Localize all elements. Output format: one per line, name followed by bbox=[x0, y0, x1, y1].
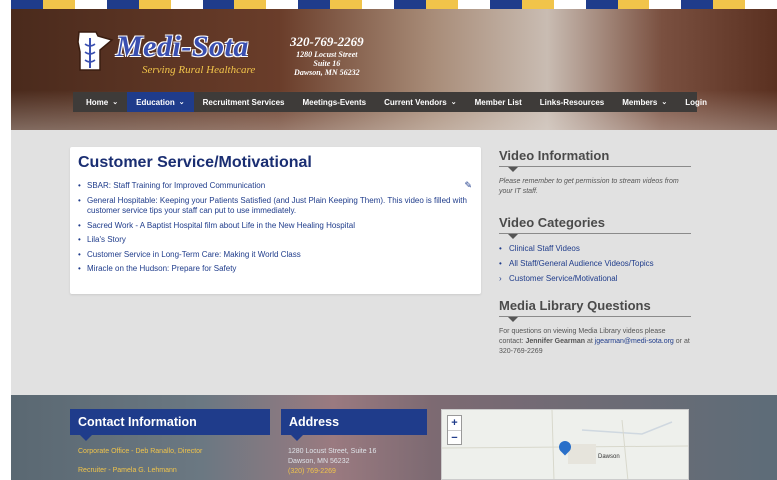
video-link[interactable]: SBAR: Staff Training for Improved Commun… bbox=[78, 181, 473, 192]
category-link[interactable]: • Clinical Staff Videos bbox=[499, 244, 691, 254]
site-logo[interactable]: Medi-Sota Serving Rural Healthcare bbox=[76, 30, 286, 86]
chevron-down-icon: ⌄ bbox=[450, 99, 457, 106]
header-phone[interactable]: 320-769-2269 bbox=[290, 34, 364, 50]
stripe-segment bbox=[74, 0, 107, 9]
stripe-segment bbox=[42, 0, 75, 9]
questions-text: For questions on viewing Media Library v… bbox=[499, 328, 690, 355]
map-place-label: Dawson bbox=[598, 454, 620, 460]
stripe-segment bbox=[585, 0, 618, 9]
category-link-active[interactable]: › Customer Service/Motivational bbox=[499, 274, 691, 284]
video-link[interactable]: Lila's Story bbox=[78, 235, 473, 246]
contact-email-link[interactable]: jgearman@medi-sota.org bbox=[595, 338, 674, 345]
sidebar: Video Information Please remember to get… bbox=[499, 148, 691, 357]
footer-address-line: Dawson, MN 56232 bbox=[288, 458, 350, 465]
nav-meetings-events[interactable]: Meetings-Events bbox=[293, 92, 375, 112]
chevron-down-icon: ⌄ bbox=[178, 99, 185, 106]
stripe-segment bbox=[394, 0, 426, 9]
video-link[interactable]: General Hospitable: Keeping your Patient… bbox=[78, 196, 473, 217]
stripe-segment bbox=[617, 0, 650, 9]
logo-title: Medi-Sota bbox=[116, 30, 249, 63]
address-heading: Address bbox=[281, 409, 427, 441]
page-title: Customer Service/Motivational bbox=[78, 154, 312, 171]
map-zoom-controls: + − bbox=[447, 415, 462, 445]
chevron-down-icon: ⌄ bbox=[112, 99, 119, 106]
stripe-segment bbox=[425, 0, 458, 9]
header-address-line: Dawson, MN 56232 bbox=[294, 68, 360, 77]
footer-address: 1280 Locust Street, Suite 16 Dawson, MN … bbox=[288, 447, 376, 477]
stripe-segment bbox=[266, 0, 299, 9]
minnesota-caduceus-icon bbox=[77, 31, 114, 71]
sidebar-heading-video-categories: Video Categories bbox=[499, 215, 691, 239]
video-info-text: Please remember to get permission to str… bbox=[499, 178, 679, 195]
stripe-segment bbox=[330, 0, 363, 9]
footer-address-line: 1280 Locust Street, Suite 16 bbox=[288, 448, 377, 455]
video-list: SBAR: Staff Training for Improved Commun… bbox=[78, 181, 473, 275]
nav-links-resources[interactable]: Links-Resources bbox=[531, 92, 613, 112]
chevron-right-icon: › bbox=[499, 274, 502, 283]
top-decorative-stripe bbox=[11, 0, 777, 9]
footer-phone[interactable]: (320) 769-2269 bbox=[288, 467, 376, 477]
stripe-segment bbox=[457, 0, 490, 9]
nav-recruitment-services[interactable]: Recruitment Services bbox=[194, 92, 294, 112]
stripe-segment bbox=[745, 0, 777, 9]
heading-pointer bbox=[80, 435, 92, 441]
category-link[interactable]: • All Staff/General Audience Videos/Topic… bbox=[499, 259, 691, 269]
caret-down-icon bbox=[508, 234, 518, 239]
chevron-down-icon: ⌄ bbox=[661, 99, 668, 106]
heading-pointer bbox=[291, 435, 303, 441]
caret-down-icon bbox=[508, 317, 518, 322]
header-address-line: Suite 16 bbox=[313, 59, 341, 68]
stripe-segment bbox=[170, 0, 203, 9]
video-list-card: Customer Service/Motivational ✎ SBAR: St… bbox=[70, 147, 481, 294]
zoom-in-button[interactable]: + bbox=[448, 416, 461, 430]
stripe-segment bbox=[489, 0, 522, 9]
header-address-line: 1280 Locust Street bbox=[296, 50, 358, 59]
contact-link-recruiter[interactable]: Recruiter - Pamela G. Lehmann bbox=[78, 467, 177, 474]
nav-members[interactable]: Members ⌄ bbox=[613, 92, 676, 112]
bullet-icon: • bbox=[499, 259, 502, 268]
contact-link-director[interactable]: Corporate Office - Deb Ranallo, Director bbox=[78, 448, 202, 455]
stripe-segment bbox=[681, 0, 714, 9]
stripe-segment bbox=[521, 0, 554, 9]
stripe-segment bbox=[362, 0, 395, 9]
stripe-segment bbox=[11, 0, 43, 9]
category-list: • Clinical Staff Videos • All Staff/Genera… bbox=[499, 244, 691, 284]
main-nav: Home ⌄ Education ⌄ Recruitment Services Me… bbox=[73, 92, 707, 112]
stripe-segment bbox=[553, 0, 586, 9]
stripe-segment bbox=[106, 0, 139, 9]
sidebar-heading-video-information: Video Information bbox=[499, 148, 691, 172]
stripe-segment bbox=[713, 0, 746, 9]
stripe-segment bbox=[234, 0, 267, 9]
contact-information-heading: Contact Information bbox=[70, 409, 270, 441]
video-link[interactable]: Customer Service in Long-Term Care: Maki… bbox=[78, 250, 473, 261]
logo-tagline: Serving Rural Healthcare bbox=[142, 64, 256, 76]
nav-login[interactable]: Login bbox=[676, 92, 716, 112]
stripe-segment bbox=[649, 0, 682, 9]
bullet-icon: • bbox=[499, 244, 502, 253]
nav-education[interactable]: Education ⌄ bbox=[127, 92, 194, 112]
caret-down-icon bbox=[508, 167, 518, 172]
video-link[interactable]: Sacred Work - A Baptist Hospital film ab… bbox=[78, 221, 473, 232]
stripe-segment bbox=[298, 0, 331, 9]
stripe-segment bbox=[202, 0, 235, 9]
contact-name: Jennifer Gearman bbox=[525, 338, 585, 345]
stripe-segment bbox=[138, 0, 171, 9]
video-link[interactable]: Miracle on the Hudson: Prepare for Safet… bbox=[78, 264, 473, 275]
nav-current-vendors[interactable]: Current Vendors ⌄ bbox=[375, 92, 466, 112]
sidebar-heading-media-library-questions: Media Library Questions bbox=[499, 298, 691, 322]
page-frame-edge bbox=[0, 0, 11, 480]
nav-member-list[interactable]: Member List bbox=[466, 92, 531, 112]
nav-home[interactable]: Home ⌄ bbox=[77, 92, 127, 112]
header-contact: 320-769-2269 1280 Locust Street Suite 16… bbox=[290, 34, 364, 77]
zoom-out-button[interactable]: − bbox=[448, 430, 461, 444]
location-map[interactable]: + − Dawson bbox=[441, 409, 689, 480]
